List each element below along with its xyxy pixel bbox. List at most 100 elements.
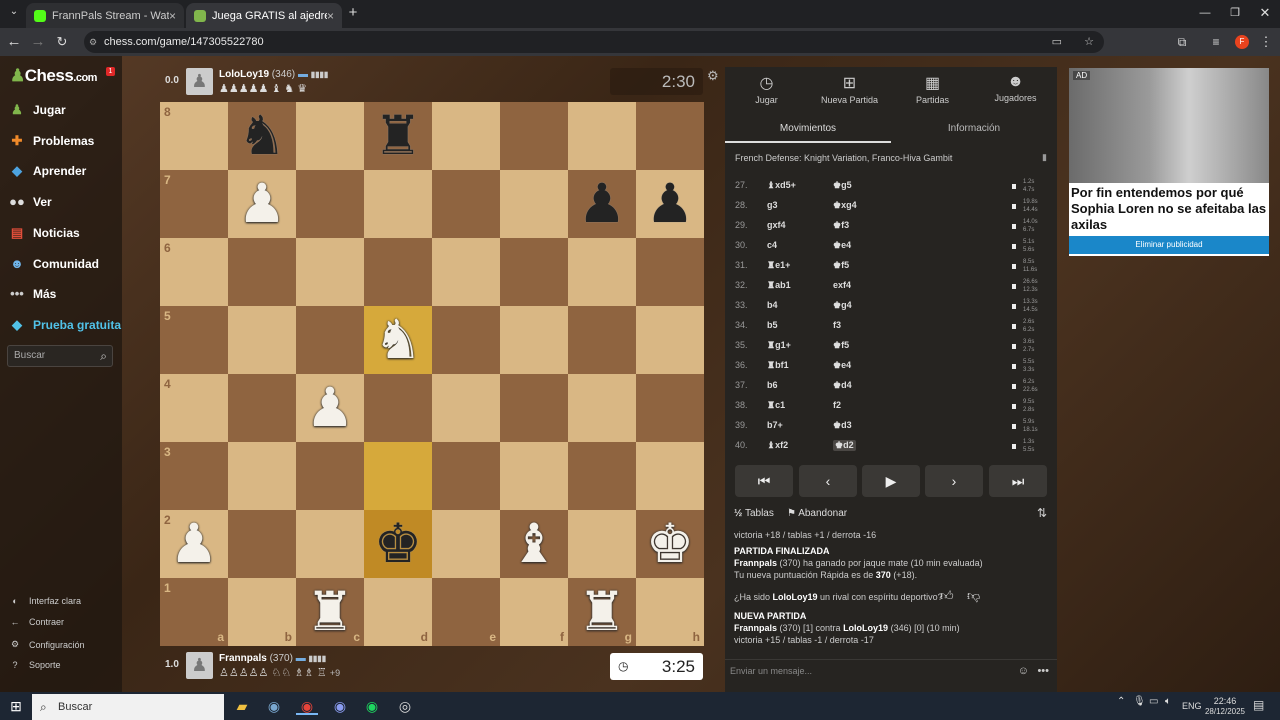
discord-icon[interactable]: ◉ (329, 697, 351, 715)
square-a5[interactable]: 5 (160, 306, 228, 374)
back-icon[interactable]: ← (4, 33, 24, 51)
site-info-icon[interactable]: ⚙ (89, 31, 97, 53)
close-tab-icon[interactable]: × (169, 9, 176, 23)
chrome-icon[interactable]: ◉ (296, 697, 318, 715)
black-move[interactable]: f2 (833, 400, 841, 410)
white-move[interactable]: b6 (767, 380, 778, 390)
white-move[interactable]: gxf4 (767, 220, 786, 230)
prev-move-button[interactable]: ‹ (799, 465, 857, 497)
black-pawn-piece[interactable]: ♟ (646, 177, 694, 231)
minimize-icon[interactable]: — (1195, 4, 1215, 22)
browser-tab-active[interactable]: Juega GRATIS al ajedrez online ... × (186, 3, 342, 28)
square-c4[interactable]: ♟ (296, 374, 364, 442)
player-name[interactable]: LoloLoy19 (346) ▬ ▮▮▮▮ (219, 69, 328, 80)
square-f6[interactable] (500, 238, 568, 306)
square-g1[interactable]: g ♜ (568, 578, 636, 646)
taskbar-search[interactable]: ⌕ Buscar (32, 694, 224, 720)
square-f5[interactable] (500, 306, 568, 374)
square-f3[interactable] (500, 442, 568, 510)
spotify-icon[interactable]: ◉ (361, 697, 383, 715)
remove-ads-button[interactable]: Eliminar publicidad (1069, 236, 1269, 254)
square-c7[interactable] (296, 170, 364, 238)
media-icon[interactable]: ≡ (1206, 33, 1226, 51)
square-h8[interactable] (636, 102, 704, 170)
black-move[interactable]: ♚g5 (833, 180, 852, 191)
square-f2[interactable]: ♝ (500, 510, 568, 578)
book-icon[interactable]: ▮ (1042, 152, 1047, 163)
next-move-button[interactable]: › (925, 465, 983, 497)
microphone-icon[interactable]: 🎙︎ (1133, 696, 1146, 707)
subtab-movimientos[interactable]: Movimientos (725, 119, 891, 143)
square-c3[interactable] (296, 442, 364, 510)
square-g2[interactable] (568, 510, 636, 578)
black-rook-piece[interactable]: ♜ (374, 109, 422, 163)
square-b1[interactable]: b (228, 578, 296, 646)
square-f1[interactable]: f (500, 578, 568, 646)
advertisement[interactable]: AD Por fin entendemos por qué Sophia Lor… (1069, 68, 1269, 256)
square-b6[interactable] (228, 238, 296, 306)
nav-noticias[interactable]: ▤ Noticias (8, 225, 80, 241)
last-move-button[interactable]: ⏭ (989, 465, 1047, 497)
extensions-icon[interactable]: ⧉ (1172, 33, 1192, 51)
nav-mas[interactable]: ••• Más (8, 286, 56, 301)
close-window-icon[interactable]: ✕ (1255, 4, 1275, 22)
square-a4[interactable]: 4 (160, 374, 228, 442)
cast-icon[interactable]: ▭ (1052, 31, 1062, 53)
notification-badge[interactable]: 1 (106, 67, 115, 76)
square-f4[interactable] (500, 374, 568, 442)
white-move[interactable]: ♜e1+ (767, 260, 790, 271)
white-move[interactable]: b4 (767, 300, 778, 310)
ad-image[interactable] (1069, 68, 1269, 183)
emoji-icon[interactable]: ☺ (1018, 665, 1029, 677)
search-icon[interactable]: ⌕ (100, 346, 107, 366)
obs-icon[interactable]: ◎ (394, 697, 416, 715)
square-e2[interactable] (432, 510, 500, 578)
square-g6[interactable] (568, 238, 636, 306)
url-field[interactable]: ⚙ chess.com/game/147305522780 ▭ ☆ (84, 31, 1104, 53)
square-c5[interactable] (296, 306, 364, 374)
new-tab-icon[interactable]: + (343, 4, 363, 22)
square-b5[interactable] (228, 306, 296, 374)
tab-jugar[interactable]: ◷ Jugar (725, 73, 808, 105)
square-a7[interactable]: 7 (160, 170, 228, 238)
avatar[interactable]: ♟ (186, 652, 213, 679)
forward-icon[interactable]: → (28, 33, 48, 51)
nav-settings[interactable]: ⚙ Configuración (8, 639, 85, 650)
square-b2[interactable] (228, 510, 296, 578)
square-e8[interactable] (432, 102, 500, 170)
tab-partidas[interactable]: ▦ Partidas (891, 73, 974, 105)
square-c8[interactable] (296, 102, 364, 170)
square-h2[interactable]: ♚ (636, 510, 704, 578)
bookmark-star-icon[interactable]: ☆ (1084, 31, 1094, 53)
square-g7[interactable]: ♟ (568, 170, 636, 238)
square-d5[interactable]: ♞ (364, 306, 432, 374)
black-move[interactable]: exf4 (833, 280, 851, 290)
notifications-icon[interactable]: ▤ (1253, 698, 1264, 712)
nav-jugar[interactable]: ♟ Jugar (8, 102, 66, 118)
black-move[interactable]: ♚f3 (833, 220, 849, 231)
browser-tab[interactable]: FrannPals Stream - Watch Live ... × (26, 3, 184, 28)
black-move[interactable]: ♚e4 (833, 360, 851, 371)
tray-chevron-icon[interactable]: ⌃ (1117, 696, 1125, 707)
square-h1[interactable]: h (636, 578, 704, 646)
chess-board[interactable]: 8 ♞ ♜ 7 ♟ ♟ ♟ 6 5 ♞ 4 ♟ 3 2 ♟ ♚ ♝ ♚ 1 a b c ♜ d e f g ♜ h (160, 102, 704, 646)
white-move[interactable]: ♜bf1 (767, 360, 789, 371)
square-b8[interactable]: ♞ (228, 102, 296, 170)
network-icon[interactable]: ▭ (1149, 696, 1158, 707)
square-d7[interactable] (364, 170, 432, 238)
square-d4[interactable] (364, 374, 432, 442)
nav-prueba-gratuita[interactable]: ◆ Prueba gratuita (8, 317, 121, 333)
black-move[interactable]: ♚d4 (833, 380, 852, 391)
square-h6[interactable] (636, 238, 704, 306)
nav-collapse[interactable]: ← Contraer (8, 617, 65, 627)
square-d8[interactable]: ♜ (364, 102, 432, 170)
subtab-informacion[interactable]: Información (891, 119, 1057, 143)
white-move[interactable]: ♜c1 (767, 400, 785, 411)
square-a6[interactable]: 6 (160, 238, 228, 306)
square-e4[interactable] (432, 374, 500, 442)
square-c6[interactable] (296, 238, 364, 306)
square-b4[interactable] (228, 374, 296, 442)
draw-button[interactable]: ½ Tablas (734, 508, 774, 519)
square-e5[interactable] (432, 306, 500, 374)
square-g5[interactable] (568, 306, 636, 374)
